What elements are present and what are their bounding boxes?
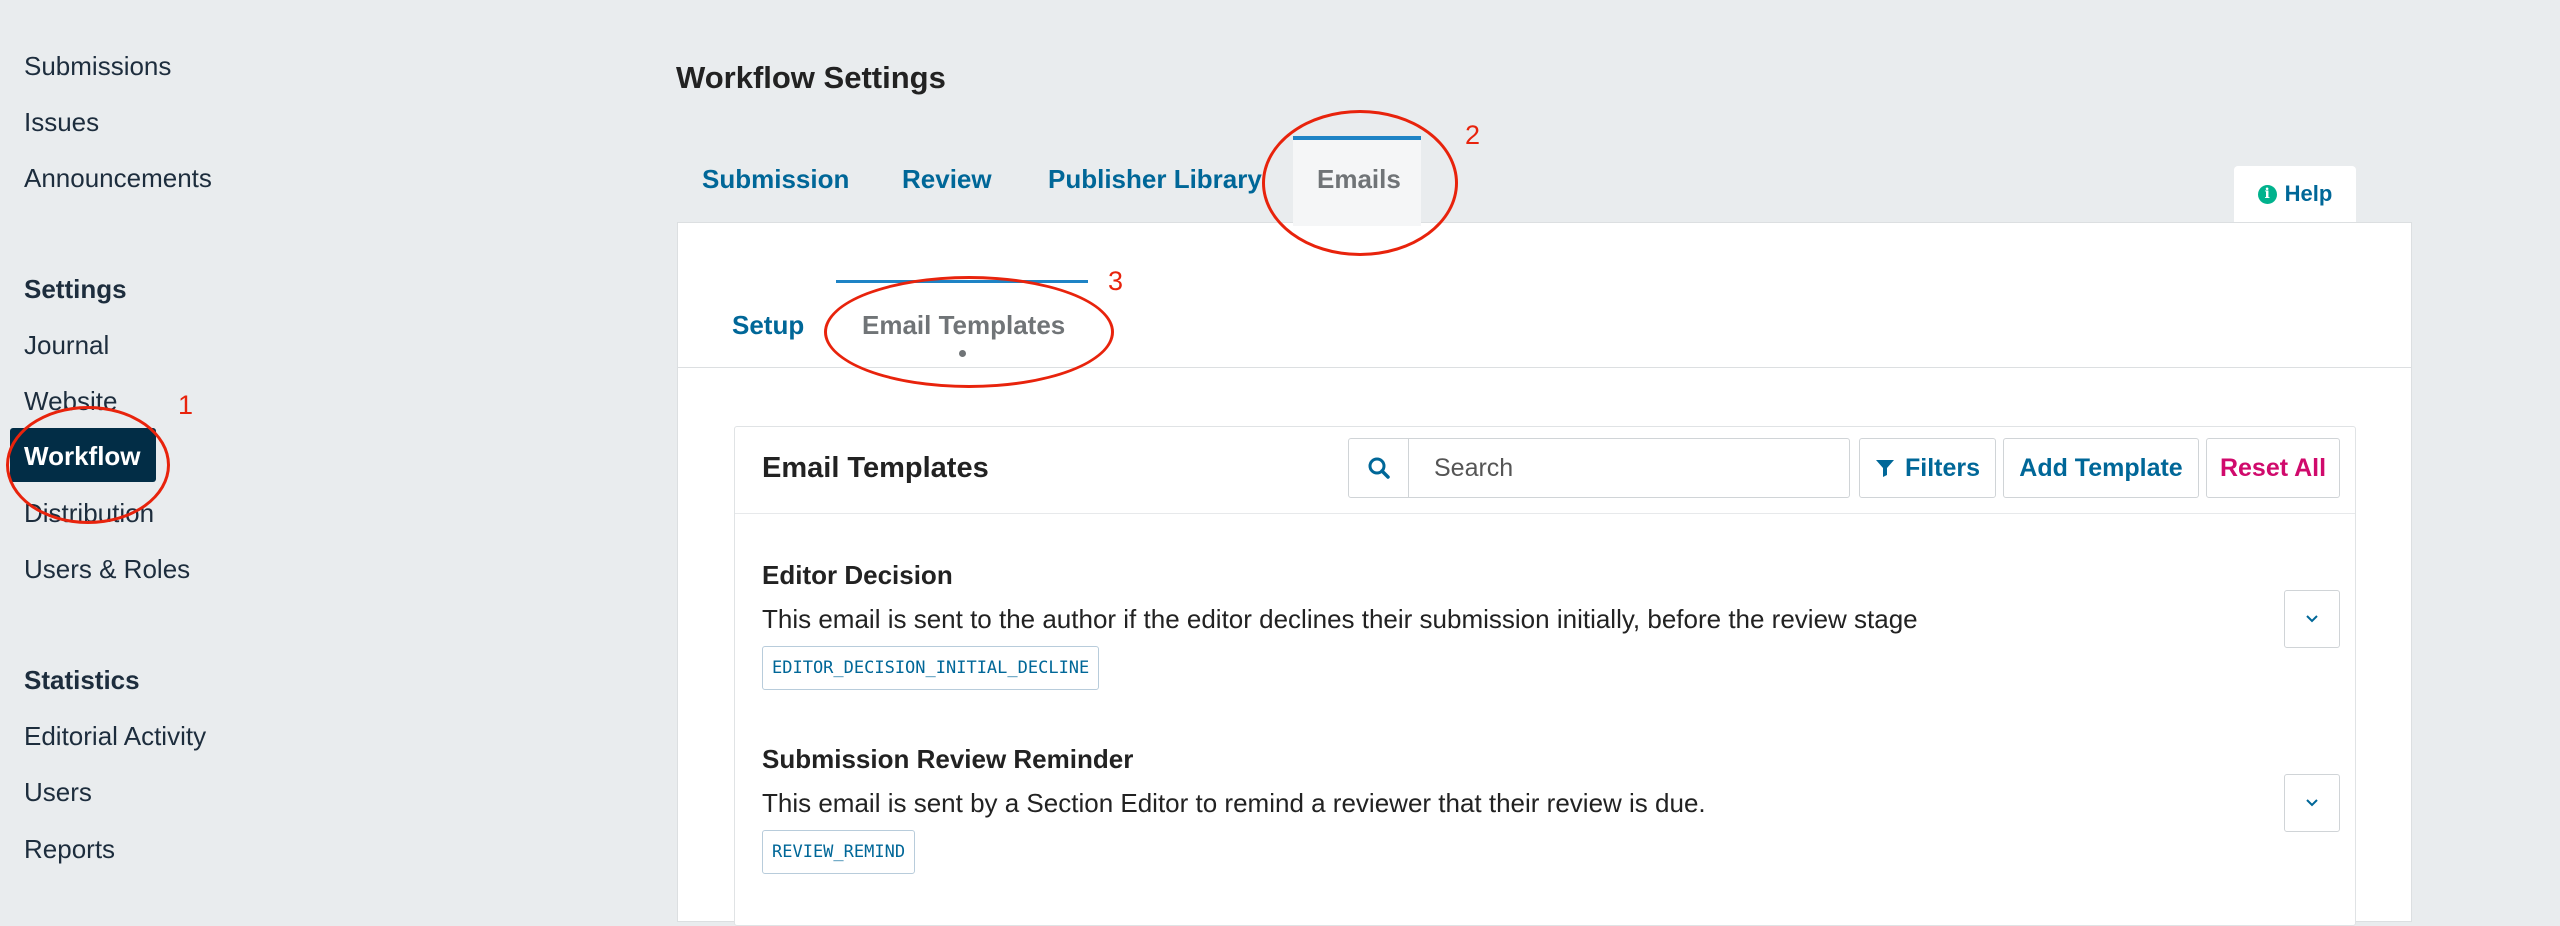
sidebar-item-announcements[interactable]: Announcements [24,163,212,194]
reset-all-label: Reset All [2219,453,2327,482]
chevron-down-icon [2306,615,2318,623]
template-name: Editor Decision [762,560,953,590]
chevron-down-icon [2306,799,2318,807]
sidebar-item-submissions[interactable]: Submissions [24,51,171,82]
template-description: This email is sent by a Section Editor t… [762,788,1706,818]
sidebar-item-journal[interactable]: Journal [24,330,109,361]
expand-template-button[interactable] [2284,590,2340,648]
sidebar-item-issues[interactable]: Issues [24,107,99,138]
sidebar-item-users-roles[interactable]: Users & Roles [24,554,190,585]
card-divider [735,513,2355,514]
add-template-label: Add Template [2019,453,2183,482]
sidebar-item-editorial-activity[interactable]: Editorial Activity [24,721,206,752]
filters-label: Filters [1904,453,1981,482]
template-name: Submission Review Reminder [762,744,1134,774]
search-field [1348,438,1850,498]
annotation-number-2: 2 [1465,120,1481,150]
help-label: Help [2284,181,2333,206]
annotation-number-1: 1 [178,390,194,420]
sidebar-item-users[interactable]: Users [24,777,92,808]
tab-submission[interactable]: Submission [702,164,849,195]
help-button[interactable]: i Help [2234,166,2356,222]
reset-all-button[interactable]: Reset All [2206,438,2340,498]
search-button[interactable] [1349,439,1409,497]
sidebar-heading-settings: Settings [24,274,127,304]
add-template-button[interactable]: Add Template [2003,438,2199,498]
annotation-circle-3 [824,276,1114,388]
subtab-setup[interactable]: Setup [732,310,804,341]
annotation-circle-1 [6,406,170,524]
filter-icon [1875,460,1894,477]
sidebar-item-reports[interactable]: Reports [24,834,115,865]
sidebar-heading-statistics: Statistics [24,665,140,695]
annotation-number-3: 3 [1108,266,1124,296]
template-key-badge: REVIEW_REMIND [762,830,916,874]
info-icon: i [2257,184,2277,204]
annotation-circle-2 [1262,110,1458,256]
page-title: Workflow Settings [676,60,946,95]
template-key-badge: EDITOR_DECISION_INITIAL_DECLINE [762,646,1100,690]
template-description: This email is sent to the author if the … [762,604,1918,634]
filters-button[interactable]: Filters [1859,438,1996,498]
search-icon [1368,457,1390,479]
email-templates-title: Email Templates [762,452,989,484]
search-input[interactable] [1410,439,1848,497]
expand-template-button[interactable] [2284,774,2340,832]
tab-publisher-library[interactable]: Publisher Library [1048,164,1262,195]
tab-review[interactable]: Review [902,164,992,195]
